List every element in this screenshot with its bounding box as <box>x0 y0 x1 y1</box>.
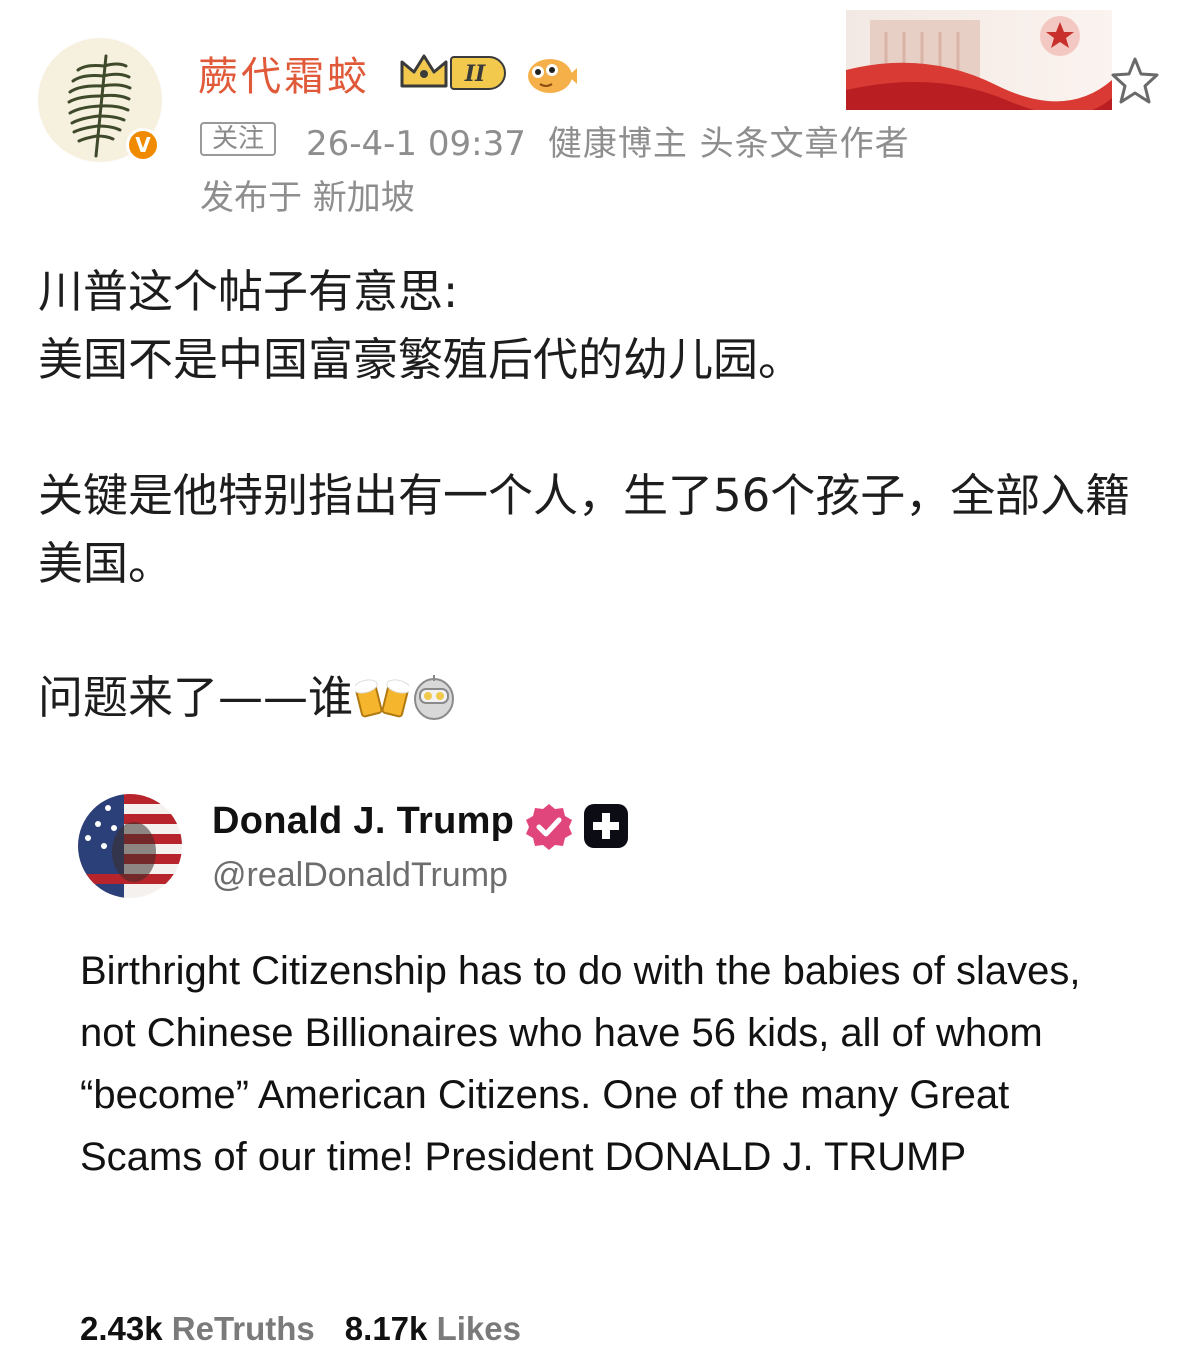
retruths-count: 2.43k <box>80 1310 163 1347</box>
likes-label: Likes <box>436 1310 521 1347</box>
rank-badge: II <box>450 56 506 90</box>
beer-cheers-icon <box>355 679 410 718</box>
post-meta: 26-4-1 09:37 健康博主 头条文章作者 <box>306 116 910 165</box>
post-timestamp: 26-4-1 09:37 <box>306 124 526 164</box>
follow-button[interactable]: 关注 <box>200 122 277 156</box>
post-paragraph-1: 川普这个帖子有意思: 美国不是中国富豪繁殖后代的幼儿园。 <box>38 258 1162 394</box>
username[interactable]: 蕨代霜蛟 <box>198 44 370 102</box>
flag-banner-icon <box>846 10 1112 110</box>
post-paragraph-3: 问题来了——谁 <box>38 664 1162 732</box>
post-line-1: 川普这个帖子有意思: <box>38 265 459 318</box>
star-icon[interactable] <box>1108 54 1162 108</box>
truth-avatar[interactable] <box>78 794 182 898</box>
likes-stat[interactable]: 8.17k Likes <box>345 1310 521 1347</box>
verified-check-icon <box>526 804 572 850</box>
truth-plus-icon <box>584 804 628 848</box>
truth-stats: 2.43k ReTruths 8.17k Likes <box>80 1310 521 1348</box>
post-location: 发布于 新加坡 <box>200 178 415 218</box>
post-line-2: 美国不是中国富豪繁殖后代的幼儿园。 <box>38 333 804 386</box>
truth-handle[interactable]: @realDonaldTrump <box>212 856 508 895</box>
retruths-label: ReTruths <box>171 1310 315 1347</box>
truth-post-body: Birthright Citizenship has to do with th… <box>80 949 1081 1179</box>
verified-badge-icon: V <box>126 128 160 162</box>
retruths-stat[interactable]: 2.43k ReTruths <box>80 1310 315 1347</box>
truth-author-name[interactable]: Donald J. Trump <box>212 800 514 843</box>
post-paragraph-2: 关键是他特别指出有一个人，生了56个孩子，全部入籍美国。 <box>38 469 1131 590</box>
likes-count: 8.17k <box>344 1310 428 1347</box>
post-question: 问题来了——谁 <box>38 671 354 724</box>
user-tags: 健康博主 头条文章作者 <box>547 124 910 164</box>
pufferfish-emoji-icon <box>528 59 577 93</box>
robot-icon <box>414 675 455 720</box>
crown-icon <box>400 54 448 88</box>
